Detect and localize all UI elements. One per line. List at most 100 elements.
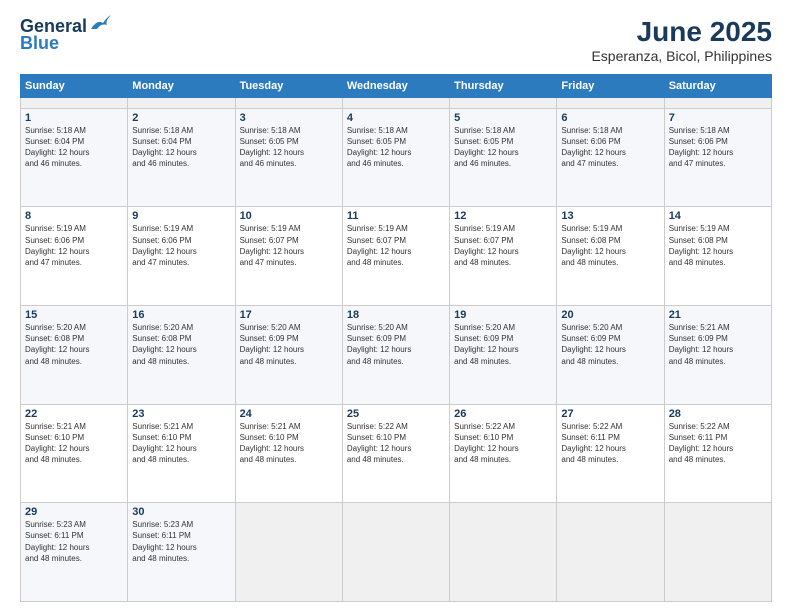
calendar-cell: 5Sunrise: 5:18 AM Sunset: 6:05 PM Daylig… <box>450 108 557 207</box>
day-number: 25 <box>347 408 445 420</box>
day-number: 29 <box>25 506 123 518</box>
day-number: 23 <box>132 408 230 420</box>
day-info: Sunrise: 5:23 AM Sunset: 6:11 PM Dayligh… <box>132 519 230 564</box>
calendar-cell <box>664 503 771 602</box>
day-number: 24 <box>240 408 338 420</box>
day-info: Sunrise: 5:19 AM Sunset: 6:08 PM Dayligh… <box>561 223 659 268</box>
day-number: 16 <box>132 309 230 321</box>
calendar-cell <box>342 503 449 602</box>
day-number: 6 <box>561 112 659 124</box>
calendar-cell: 8Sunrise: 5:19 AM Sunset: 6:06 PM Daylig… <box>21 207 128 306</box>
day-info: Sunrise: 5:20 AM Sunset: 6:09 PM Dayligh… <box>240 322 338 367</box>
day-number: 3 <box>240 112 338 124</box>
calendar-cell <box>557 503 664 602</box>
calendar-cell: 24Sunrise: 5:21 AM Sunset: 6:10 PM Dayli… <box>235 404 342 503</box>
col-friday: Friday <box>557 75 664 98</box>
day-info: Sunrise: 5:20 AM Sunset: 6:08 PM Dayligh… <box>25 322 123 367</box>
day-number: 10 <box>240 210 338 222</box>
day-number: 1 <box>25 112 123 124</box>
calendar-week-5: 29Sunrise: 5:23 AM Sunset: 6:11 PM Dayli… <box>21 503 772 602</box>
day-number: 21 <box>669 309 767 321</box>
calendar-cell: 6Sunrise: 5:18 AM Sunset: 6:06 PM Daylig… <box>557 108 664 207</box>
calendar-cell: 1Sunrise: 5:18 AM Sunset: 6:04 PM Daylig… <box>21 108 128 207</box>
day-info: Sunrise: 5:22 AM Sunset: 6:10 PM Dayligh… <box>347 421 445 466</box>
calendar-cell <box>128 98 235 109</box>
calendar-table: Sunday Monday Tuesday Wednesday Thursday… <box>20 74 772 602</box>
day-info: Sunrise: 5:21 AM Sunset: 6:10 PM Dayligh… <box>132 421 230 466</box>
calendar-cell: 18Sunrise: 5:20 AM Sunset: 6:09 PM Dayli… <box>342 305 449 404</box>
day-number: 27 <box>561 408 659 420</box>
calendar-title: June 2025 <box>591 16 772 48</box>
day-number: 12 <box>454 210 552 222</box>
day-info: Sunrise: 5:20 AM Sunset: 6:09 PM Dayligh… <box>347 322 445 367</box>
calendar-cell: 29Sunrise: 5:23 AM Sunset: 6:11 PM Dayli… <box>21 503 128 602</box>
calendar-week-4: 22Sunrise: 5:21 AM Sunset: 6:10 PM Dayli… <box>21 404 772 503</box>
calendar-cell: 12Sunrise: 5:19 AM Sunset: 6:07 PM Dayli… <box>450 207 557 306</box>
day-number: 9 <box>132 210 230 222</box>
day-info: Sunrise: 5:21 AM Sunset: 6:09 PM Dayligh… <box>669 322 767 367</box>
calendar-cell: 25Sunrise: 5:22 AM Sunset: 6:10 PM Dayli… <box>342 404 449 503</box>
calendar-cell: 11Sunrise: 5:19 AM Sunset: 6:07 PM Dayli… <box>342 207 449 306</box>
calendar-cell: 17Sunrise: 5:20 AM Sunset: 6:09 PM Dayli… <box>235 305 342 404</box>
col-monday: Monday <box>128 75 235 98</box>
calendar-cell: 3Sunrise: 5:18 AM Sunset: 6:05 PM Daylig… <box>235 108 342 207</box>
calendar-cell <box>557 98 664 109</box>
day-number: 4 <box>347 112 445 124</box>
logo-bird-icon <box>89 15 111 33</box>
day-info: Sunrise: 5:18 AM Sunset: 6:04 PM Dayligh… <box>132 125 230 170</box>
day-info: Sunrise: 5:18 AM Sunset: 6:06 PM Dayligh… <box>669 125 767 170</box>
calendar-cell <box>450 503 557 602</box>
col-thursday: Thursday <box>450 75 557 98</box>
day-number: 15 <box>25 309 123 321</box>
day-number: 18 <box>347 309 445 321</box>
day-number: 20 <box>561 309 659 321</box>
calendar-cell <box>664 98 771 109</box>
header: General Blue June 2025 Esperanza, Bicol,… <box>20 16 772 64</box>
calendar-cell: 28Sunrise: 5:22 AM Sunset: 6:11 PM Dayli… <box>664 404 771 503</box>
day-info: Sunrise: 5:22 AM Sunset: 6:11 PM Dayligh… <box>561 421 659 466</box>
calendar-cell: 7Sunrise: 5:18 AM Sunset: 6:06 PM Daylig… <box>664 108 771 207</box>
calendar-cell <box>235 503 342 602</box>
day-info: Sunrise: 5:19 AM Sunset: 6:08 PM Dayligh… <box>669 223 767 268</box>
calendar-cell <box>21 98 128 109</box>
day-info: Sunrise: 5:21 AM Sunset: 6:10 PM Dayligh… <box>240 421 338 466</box>
calendar-week-0 <box>21 98 772 109</box>
calendar-cell: 30Sunrise: 5:23 AM Sunset: 6:11 PM Dayli… <box>128 503 235 602</box>
header-row: Sunday Monday Tuesday Wednesday Thursday… <box>21 75 772 98</box>
day-number: 17 <box>240 309 338 321</box>
day-number: 14 <box>669 210 767 222</box>
col-wednesday: Wednesday <box>342 75 449 98</box>
calendar-cell: 21Sunrise: 5:21 AM Sunset: 6:09 PM Dayli… <box>664 305 771 404</box>
day-info: Sunrise: 5:21 AM Sunset: 6:10 PM Dayligh… <box>25 421 123 466</box>
calendar-cell <box>450 98 557 109</box>
calendar-week-1: 1 Sunrise: 5:18 AM Sunset: 6:04 PM Daylig… <box>21 108 772 207</box>
day-number: 8 <box>25 210 123 222</box>
calendar-cell: 20Sunrise: 5:20 AM Sunset: 6:09 PM Dayli… <box>557 305 664 404</box>
day-number: 26 <box>454 408 552 420</box>
col-tuesday: Tuesday <box>235 75 342 98</box>
calendar-cell: 16Sunrise: 5:20 AM Sunset: 6:08 PM Dayli… <box>128 305 235 404</box>
day-info: Sunrise: 5:23 AM Sunset: 6:11 PM Dayligh… <box>25 519 123 564</box>
day-number: 11 <box>347 210 445 222</box>
calendar-cell: 26Sunrise: 5:22 AM Sunset: 6:10 PM Dayli… <box>450 404 557 503</box>
calendar-cell: 27Sunrise: 5:22 AM Sunset: 6:11 PM Dayli… <box>557 404 664 503</box>
day-info: Sunrise: 5:20 AM Sunset: 6:09 PM Dayligh… <box>454 322 552 367</box>
day-info: Sunrise: 5:19 AM Sunset: 6:06 PM Dayligh… <box>132 223 230 268</box>
day-number: 7 <box>669 112 767 124</box>
day-info: Sunrise: 5:18 AM Sunset: 6:05 PM Dayligh… <box>347 125 445 170</box>
calendar-cell <box>342 98 449 109</box>
day-number: 5 <box>454 112 552 124</box>
calendar-cell: 2Sunrise: 5:18 AM Sunset: 6:04 PM Daylig… <box>128 108 235 207</box>
calendar-week-3: 15Sunrise: 5:20 AM Sunset: 6:08 PM Dayli… <box>21 305 772 404</box>
day-number: 30 <box>132 506 230 518</box>
calendar-cell: 9Sunrise: 5:19 AM Sunset: 6:06 PM Daylig… <box>128 207 235 306</box>
logo-blue: Blue <box>20 33 59 54</box>
day-info: Sunrise: 5:19 AM Sunset: 6:07 PM Dayligh… <box>240 223 338 268</box>
day-info: Sunrise: 5:20 AM Sunset: 6:08 PM Dayligh… <box>132 322 230 367</box>
logo: General Blue <box>20 16 111 54</box>
page: General Blue June 2025 Esperanza, Bicol,… <box>0 0 792 612</box>
day-info: Sunrise: 5:19 AM Sunset: 6:07 PM Dayligh… <box>454 223 552 268</box>
calendar-cell: 14Sunrise: 5:19 AM Sunset: 6:08 PM Dayli… <box>664 207 771 306</box>
calendar-cell: 13Sunrise: 5:19 AM Sunset: 6:08 PM Dayli… <box>557 207 664 306</box>
day-number: 28 <box>669 408 767 420</box>
